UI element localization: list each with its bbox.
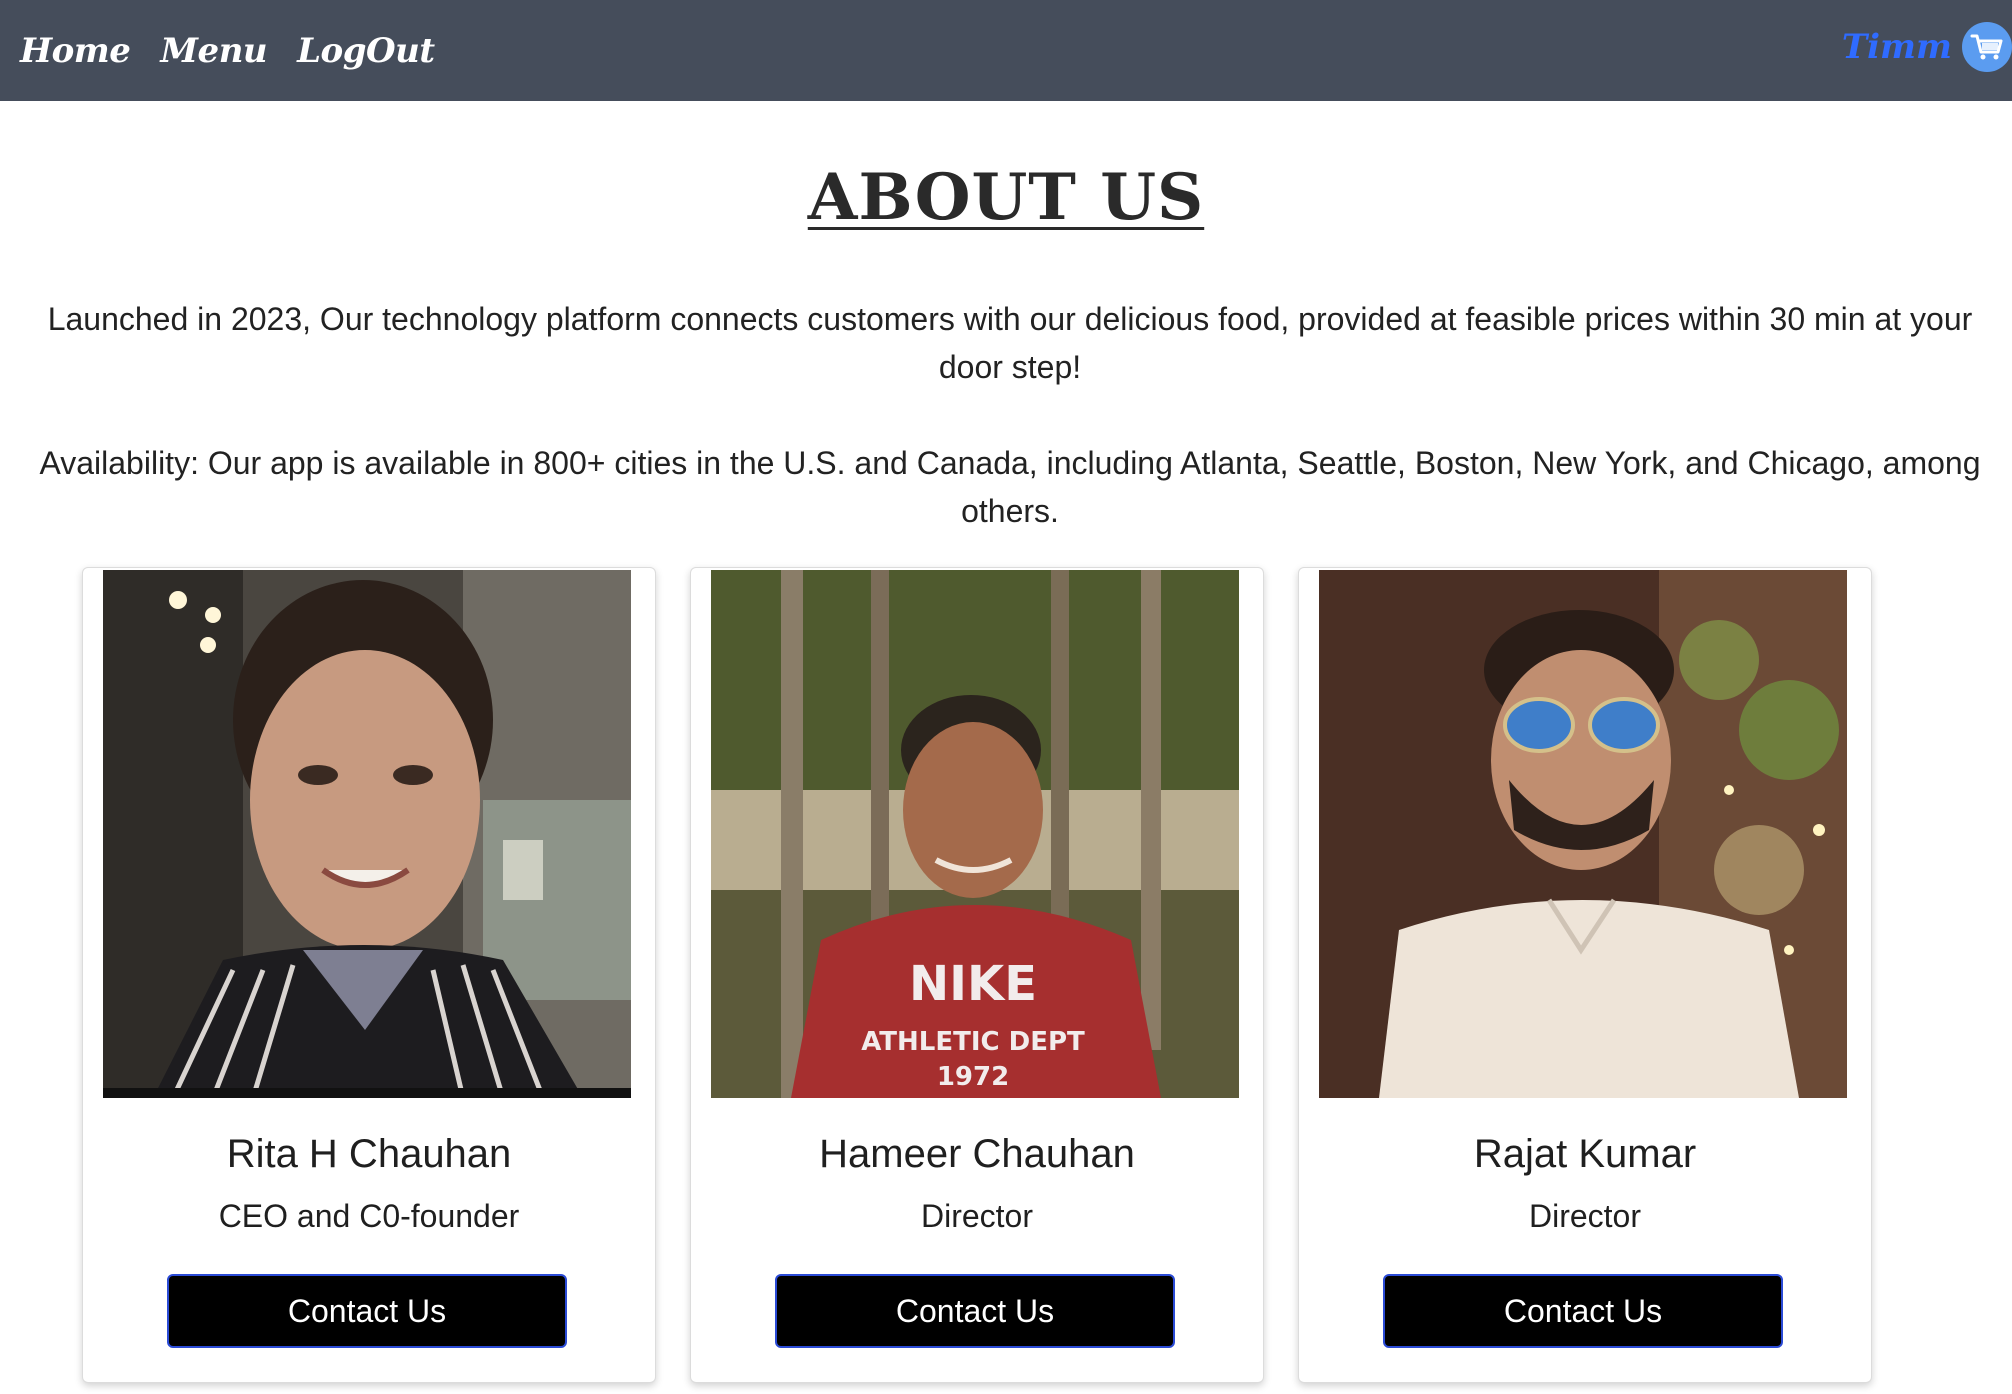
member-role: Director bbox=[1528, 1198, 1641, 1234]
team-member-photo: NIKE ATHLETIC DEPT 1972 bbox=[711, 570, 1239, 1098]
svg-text:1972: 1972 bbox=[937, 1062, 1009, 1092]
contact-us-button[interactable]: Contact Us bbox=[1383, 1274, 1783, 1348]
svg-text:ATHLETIC DEPT: ATHLETIC DEPT bbox=[861, 1027, 1085, 1057]
member-name: Hameer Chauhan bbox=[819, 1132, 1135, 1176]
page-title: ABOUT US bbox=[0, 160, 2012, 235]
team-member-photo bbox=[103, 570, 631, 1098]
contact-us-button[interactable]: Contact Us bbox=[775, 1274, 1175, 1348]
member-role: Director bbox=[920, 1198, 1033, 1234]
nav-logout-link[interactable]: LogOut bbox=[297, 31, 435, 71]
nav-menu-link[interactable]: Menu bbox=[160, 31, 267, 71]
team-card: NIKE ATHLETIC DEPT 1972 Hameer Chauhan D… bbox=[690, 567, 1264, 1383]
team-card: Rita H Chauhan CEO and C0-founder Contac… bbox=[82, 567, 656, 1383]
team-card: Rajat Kumar Director Contact Us bbox=[1298, 567, 1872, 1383]
availability-paragraph: Availability: Our app is available in 80… bbox=[39, 445, 1981, 529]
page-title-text: ABOUT US bbox=[807, 160, 1205, 235]
member-role: CEO and C0-founder bbox=[218, 1198, 520, 1234]
brand-cart[interactable]: Timm bbox=[1842, 22, 2012, 72]
intro-paragraph: Launched in 2023, Our technology platfor… bbox=[47, 301, 1973, 385]
member-name: Rita H Chauhan bbox=[226, 1132, 512, 1176]
brand-name: Timm bbox=[1841, 27, 1952, 67]
contact-us-button[interactable]: Contact Us bbox=[167, 1274, 567, 1348]
team-member-photo bbox=[1319, 570, 1847, 1098]
shopping-cart-icon[interactable] bbox=[1962, 22, 2012, 72]
member-name: Rajat Kumar bbox=[1473, 1132, 1697, 1176]
nav-links: Home Menu LogOut bbox=[20, 31, 465, 71]
top-navbar: Home Menu LogOut Timm bbox=[0, 0, 2012, 101]
nav-home-link[interactable]: Home bbox=[20, 31, 131, 71]
svg-text:NIKE: NIKE bbox=[909, 956, 1037, 1012]
